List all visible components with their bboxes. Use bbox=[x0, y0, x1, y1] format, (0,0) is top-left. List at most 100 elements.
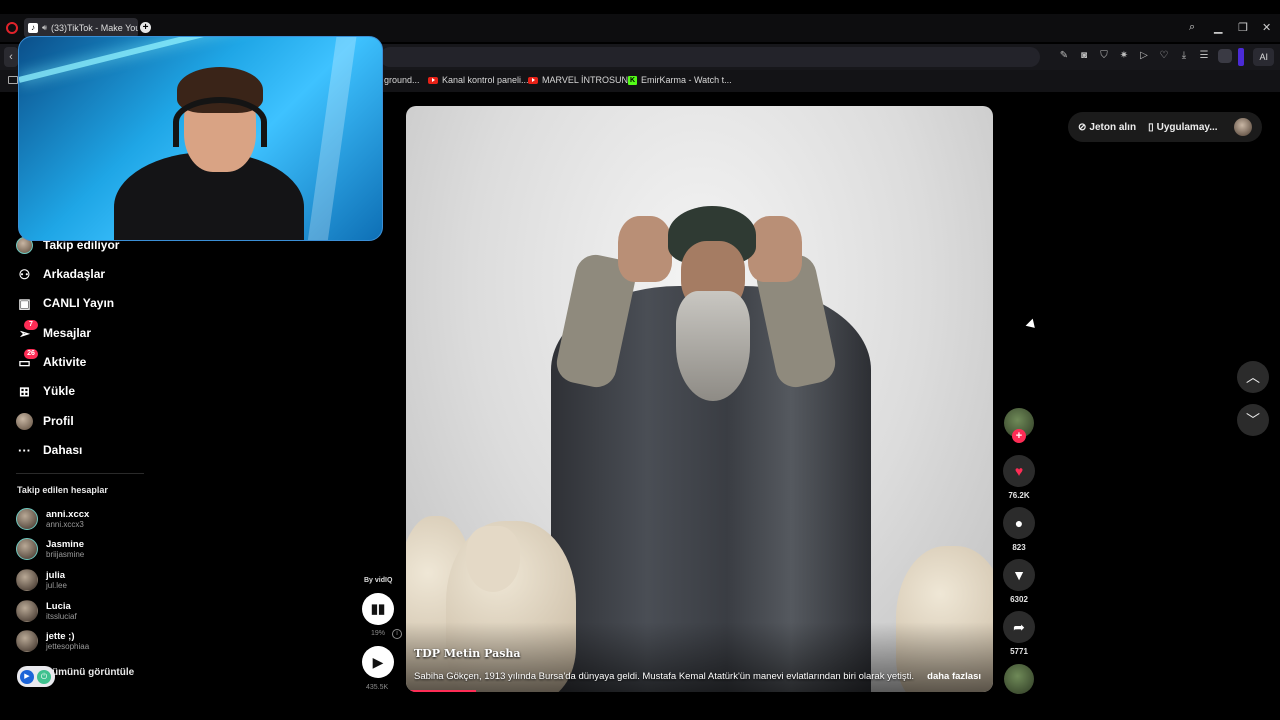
previous-video-button[interactable]: ︿ bbox=[1237, 361, 1269, 393]
info-icon[interactable]: i bbox=[392, 629, 402, 639]
restore-icon[interactable]: ❐ bbox=[1238, 21, 1248, 34]
follow-button[interactable]: + bbox=[1012, 429, 1026, 443]
bookmark-item[interactable]: MARVEL İNTROSUN... bbox=[528, 75, 636, 85]
extension-indicator bbox=[1238, 48, 1244, 66]
vidiq-label: By vidIQ bbox=[364, 577, 393, 584]
bookmark-label: EmirKarma - Watch t... bbox=[641, 75, 732, 85]
video-player[interactable]: TDP Metin Pasha Sabiha Gökçen, 1913 yılı… bbox=[406, 106, 993, 692]
vidiq-percent: 19% bbox=[371, 630, 386, 637]
bookmark-item[interactable]: K EmirKarma - Watch t... bbox=[628, 75, 732, 85]
webcam-overlay bbox=[18, 36, 383, 241]
avatar bbox=[16, 538, 38, 560]
caption-more-link[interactable]: daha fazlası bbox=[927, 671, 981, 682]
nav-live[interactable]: ▣ CANLI Yayın bbox=[16, 293, 114, 313]
avatar bbox=[16, 630, 38, 652]
activity-badge: 26 bbox=[24, 348, 38, 359]
save-button[interactable]: ▼ bbox=[1003, 559, 1035, 591]
ai-label: AI bbox=[1259, 52, 1268, 62]
ai-button[interactable]: AI bbox=[1253, 48, 1274, 66]
nav-activity[interactable]: ▭ 26 Aktivite bbox=[16, 348, 86, 372]
bookmark-label: Kanal kontrol paneli... bbox=[442, 75, 529, 85]
nav-label: Yükle bbox=[43, 384, 76, 398]
comment-icon: ● bbox=[1014, 515, 1024, 531]
folder-icon[interactable] bbox=[8, 76, 18, 84]
bar-chart-icon: ▮▮ bbox=[370, 601, 386, 616]
chevron-down-icon: ﹀ bbox=[1246, 412, 1260, 428]
account-handle: anni.xccx3 bbox=[46, 519, 84, 529]
play-icon[interactable]: ▷ bbox=[1138, 49, 1150, 63]
close-window-icon[interactable]: ✕ bbox=[1262, 21, 1271, 34]
extension-play-icon[interactable]: ▶ bbox=[20, 669, 34, 684]
video-author[interactable]: TDP Metin Pasha bbox=[414, 647, 521, 660]
music-disc[interactable] bbox=[1004, 664, 1034, 694]
bookmark-item[interactable]: ground... bbox=[384, 75, 420, 85]
profile-icon[interactable] bbox=[1218, 49, 1232, 63]
nav-label: Mesajlar bbox=[43, 326, 92, 340]
shield-icon[interactable]: ⛉ bbox=[1098, 49, 1110, 63]
nav-upload[interactable]: ⊞ Yükle bbox=[16, 381, 75, 401]
following-account[interactable]: jette ;) jettesophiaa bbox=[16, 630, 89, 652]
following-account[interactable]: Jasmine briijasmine bbox=[16, 538, 84, 560]
youtube-icon bbox=[428, 76, 438, 84]
comment-button[interactable]: ● bbox=[1003, 507, 1035, 539]
get-app-button[interactable]: ▯ Uygulamay... bbox=[1148, 122, 1217, 133]
mouse-cursor-icon bbox=[1025, 318, 1039, 332]
heart-icon: ♥ bbox=[1014, 463, 1024, 479]
following-account[interactable]: Lucia itssluciaf bbox=[16, 600, 77, 622]
get-app-label: Uygulamay... bbox=[1156, 121, 1218, 133]
speaker-icon[interactable]: 🔊︎ bbox=[42, 23, 47, 33]
minimize-icon[interactable]: ▁ bbox=[1214, 21, 1222, 34]
video-progress-bar[interactable] bbox=[406, 690, 477, 692]
edit-icon[interactable]: ✎ bbox=[1058, 49, 1070, 63]
like-button[interactable]: ♥ bbox=[1003, 455, 1035, 487]
video-hand-left bbox=[618, 216, 672, 282]
get-coins-button[interactable]: ⊘ Jeton alın bbox=[1078, 122, 1136, 133]
search-tabs-icon[interactable]: ⌕ bbox=[1189, 21, 1195, 34]
save-count: 6302 bbox=[1010, 595, 1028, 604]
account-handle: jul.lee bbox=[46, 580, 67, 590]
vidiq-stats-button[interactable]: ▮▮ bbox=[362, 593, 394, 625]
video-beard bbox=[676, 291, 750, 401]
nav-label: Arkadaşlar bbox=[43, 267, 106, 281]
tiktok-favicon-icon: ♪ bbox=[28, 23, 38, 33]
menu-icon[interactable]: ☰ bbox=[1198, 49, 1210, 63]
video-hand-right bbox=[748, 216, 802, 282]
nav-more[interactable]: ··· Dahası bbox=[16, 440, 82, 460]
play-button[interactable]: ▶ bbox=[362, 646, 394, 678]
next-video-button[interactable]: ﹀ bbox=[1237, 404, 1269, 436]
see-all-link[interactable]: ümünü görüntüle bbox=[52, 667, 134, 678]
upload-icon: ⊞ bbox=[19, 383, 30, 399]
account-handle: jettesophiaa bbox=[46, 641, 90, 651]
extension-power-icon[interactable]: ⏻ bbox=[37, 669, 51, 684]
url-field[interactable] bbox=[380, 47, 1040, 67]
heart-icon[interactable]: ♡ bbox=[1158, 49, 1170, 63]
browser-tab-tiktok[interactable]: ♪ 🔊︎ (33)TikTok - Make You bbox=[24, 18, 138, 38]
download-icon[interactable]: ⤓ bbox=[1178, 49, 1190, 63]
nav-friends[interactable]: ⚇ Arkadaşlar bbox=[16, 264, 105, 284]
share-count: 5771 bbox=[1010, 647, 1028, 656]
kick-icon: K bbox=[628, 75, 637, 85]
bookmark-icon: ▼ bbox=[1012, 567, 1026, 583]
following-account[interactable]: julia jul.lee bbox=[16, 569, 67, 591]
bookmark-item[interactable]: Kanal kontrol paneli... bbox=[428, 75, 529, 85]
following-account[interactable]: anni.xccx anni.xccx3 bbox=[16, 508, 89, 530]
camera-icon[interactable]: ◙ bbox=[1078, 49, 1090, 63]
share-button[interactable]: ➦ bbox=[1003, 611, 1035, 643]
back-button[interactable]: ‹ bbox=[4, 47, 18, 67]
video-sheep-face bbox=[466, 526, 520, 592]
new-tab-button[interactable]: + bbox=[140, 22, 151, 33]
top-actions-pill: ⊘ Jeton alın ▯ Uygulamay... bbox=[1068, 112, 1262, 142]
account-handle: briijasmine bbox=[46, 549, 85, 559]
profile-avatar bbox=[16, 412, 33, 430]
extension-widget[interactable]: ▶ ⏻ bbox=[17, 666, 55, 687]
nav-messages[interactable]: ➢ 7 Mesajlar bbox=[16, 319, 92, 343]
vpn-icon[interactable]: ✷ bbox=[1118, 49, 1130, 63]
user-avatar[interactable] bbox=[1234, 118, 1252, 136]
messages-badge: 7 bbox=[24, 319, 38, 330]
account-name: anni.xccx bbox=[46, 508, 90, 520]
bookmark-label: ground... bbox=[384, 75, 420, 85]
opera-logo-icon[interactable] bbox=[6, 22, 18, 34]
following-accounts-title: Takip edilen hesaplar bbox=[17, 485, 108, 495]
nav-label: Dahası bbox=[43, 443, 83, 457]
nav-profile[interactable]: Profil bbox=[16, 411, 74, 431]
